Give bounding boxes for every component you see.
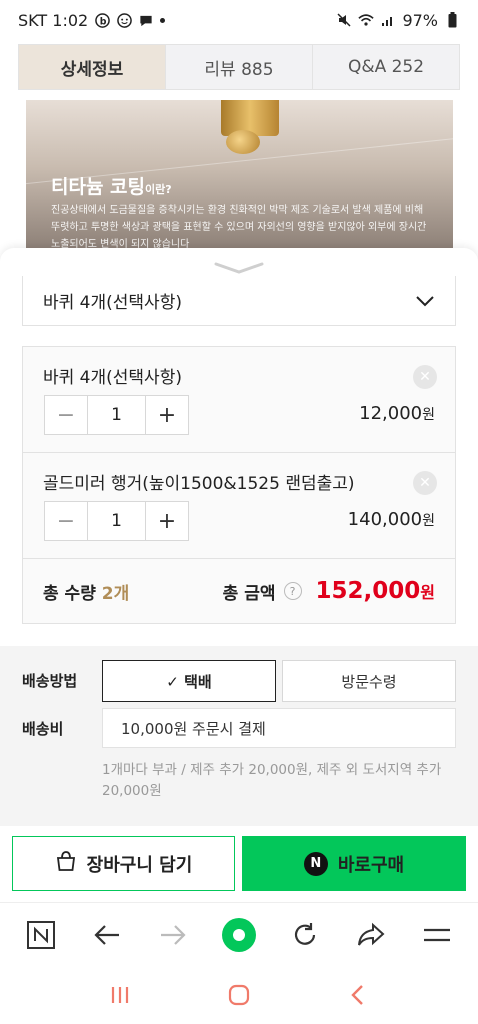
hero-title: 티타늄 코팅이란? bbox=[51, 176, 172, 198]
total-amount-label: 총 금액 bbox=[222, 583, 276, 604]
reload-icon[interactable] bbox=[285, 915, 325, 955]
shipping-option-pickup[interactable]: 방문수령 bbox=[282, 660, 456, 702]
tab-reviews[interactable]: 리뷰 885 bbox=[166, 45, 313, 89]
back-icon[interactable] bbox=[87, 915, 127, 955]
shipping-fee-label: 배송비 bbox=[22, 720, 64, 738]
product-detail-image: 티타늄 코팅이란? 진공상태에서 도금물질을 증착시키는 환경 친화적인 박막 … bbox=[26, 100, 453, 248]
quantity-increase-button[interactable]: + bbox=[146, 396, 188, 434]
buy-now-button[interactable]: N 바로구매 bbox=[242, 836, 466, 891]
tab-detail-info[interactable]: 상세정보 bbox=[19, 45, 166, 89]
option-price: 12,000원 bbox=[359, 403, 435, 424]
forward-icon[interactable] bbox=[153, 915, 193, 955]
quantity-value[interactable]: 1 bbox=[87, 396, 146, 434]
total-quantity: 총 수량 2개 bbox=[43, 583, 130, 604]
quantity-increase-button[interactable]: + bbox=[146, 502, 188, 540]
close-icon[interactable]: ✕ bbox=[413, 471, 437, 495]
tab-qna[interactable]: Q&A 252 bbox=[313, 45, 459, 89]
total-amount: 152,000원 bbox=[315, 578, 436, 604]
order-totals: 총 수량 2개 총 금액 ? 152,000원 bbox=[23, 559, 455, 623]
battery-percent: 97% bbox=[402, 10, 438, 30]
green-dot-icon[interactable] bbox=[219, 915, 259, 955]
quantity-stepper: − 1 + bbox=[44, 501, 189, 541]
help-icon[interactable]: ? bbox=[283, 582, 302, 600]
quantity-stepper: − 1 + bbox=[44, 395, 189, 435]
detail-tabs: 상세정보 리뷰 885 Q&A 252 bbox=[18, 44, 460, 90]
svg-text:b: b bbox=[99, 16, 106, 27]
wifi-icon bbox=[358, 12, 375, 28]
recent-apps-icon[interactable] bbox=[100, 975, 140, 1015]
buy-now-label: 바로구매 bbox=[337, 854, 405, 876]
home-icon[interactable] bbox=[219, 975, 259, 1015]
close-icon[interactable]: ✕ bbox=[413, 365, 437, 389]
quantity-decrease-button[interactable]: − bbox=[45, 502, 87, 540]
shipping-section: 배송방법 ✓ 택배 방문수령 배송비 10,000원 주문시 결제 1개마다 부… bbox=[0, 646, 478, 826]
notification-chat-icon bbox=[138, 12, 154, 28]
shipping-option-delivery[interactable]: ✓ 택배 bbox=[102, 660, 276, 702]
carrier-time: SKT 1:02 bbox=[18, 10, 89, 30]
quantity-value[interactable]: 1 bbox=[87, 502, 146, 540]
option-name: 바퀴 4개(선택사항) bbox=[43, 368, 182, 388]
mute-icon bbox=[336, 12, 352, 28]
naver-home-icon[interactable] bbox=[21, 915, 61, 955]
signal-icon bbox=[380, 12, 396, 28]
option-price: 140,000원 bbox=[347, 509, 435, 530]
purchase-bottom-sheet: 바퀴 4개(선택사항) 바퀴 4개(선택사항) ✕ − 1 + 12,000원 … bbox=[0, 248, 478, 826]
notification-b-icon: b bbox=[94, 12, 110, 28]
more-notifications-icon bbox=[160, 17, 166, 23]
system-nav-bar bbox=[0, 966, 478, 1024]
selected-option-item: 바퀴 4개(선택사항) ✕ − 1 + 12,000원 bbox=[23, 347, 455, 453]
cart-bag-icon bbox=[55, 850, 77, 877]
share-icon[interactable] bbox=[351, 915, 391, 955]
purchase-actions: 장바구니 담기 N 바로구매 bbox=[0, 826, 478, 902]
status-bar: SKT 1:02 b 97% bbox=[0, 0, 478, 40]
shipping-method-label: 배송방법 bbox=[22, 672, 78, 690]
chevron-down-icon bbox=[415, 291, 435, 311]
menu-icon[interactable] bbox=[417, 915, 457, 955]
battery-icon bbox=[444, 12, 460, 28]
add-to-cart-label: 장바구니 담기 bbox=[86, 854, 193, 876]
naver-n-icon: N bbox=[303, 851, 328, 876]
shipping-fee-value: 10,000원 주문시 결제 bbox=[102, 708, 456, 748]
browser-toolbar bbox=[0, 902, 478, 966]
add-to-cart-button[interactable]: 장바구니 담기 bbox=[12, 836, 235, 891]
sheet-handle-icon[interactable] bbox=[214, 260, 264, 274]
shipping-fee-note: 1개마다 부과 / 제주 추가 20,000원, 제주 외 도서지역 추가 20… bbox=[102, 762, 442, 799]
option-name: 골드미러 행거(높이1500&1525 랜덤출고) bbox=[43, 474, 355, 494]
notification-face-icon bbox=[116, 12, 132, 28]
quantity-decrease-button[interactable]: − bbox=[45, 396, 87, 434]
selected-option-item: 골드미러 행거(높이1500&1525 랜덤출고) ✕ − 1 + 140,00… bbox=[23, 453, 455, 559]
option-select-label: 바퀴 4개(선택사항) bbox=[43, 293, 182, 313]
selected-options: 바퀴 4개(선택사항) ✕ − 1 + 12,000원 골드미러 행거(높이15… bbox=[22, 346, 456, 624]
nav-back-icon[interactable] bbox=[338, 975, 378, 1015]
gold-foot-graphic bbox=[226, 130, 260, 154]
hero-description: 진공상태에서 도금물질을 증착시키는 환경 친화적인 박막 제조 기술로서 발색… bbox=[51, 205, 427, 248]
option-select[interactable]: 바퀴 4개(선택사항) bbox=[22, 276, 456, 326]
